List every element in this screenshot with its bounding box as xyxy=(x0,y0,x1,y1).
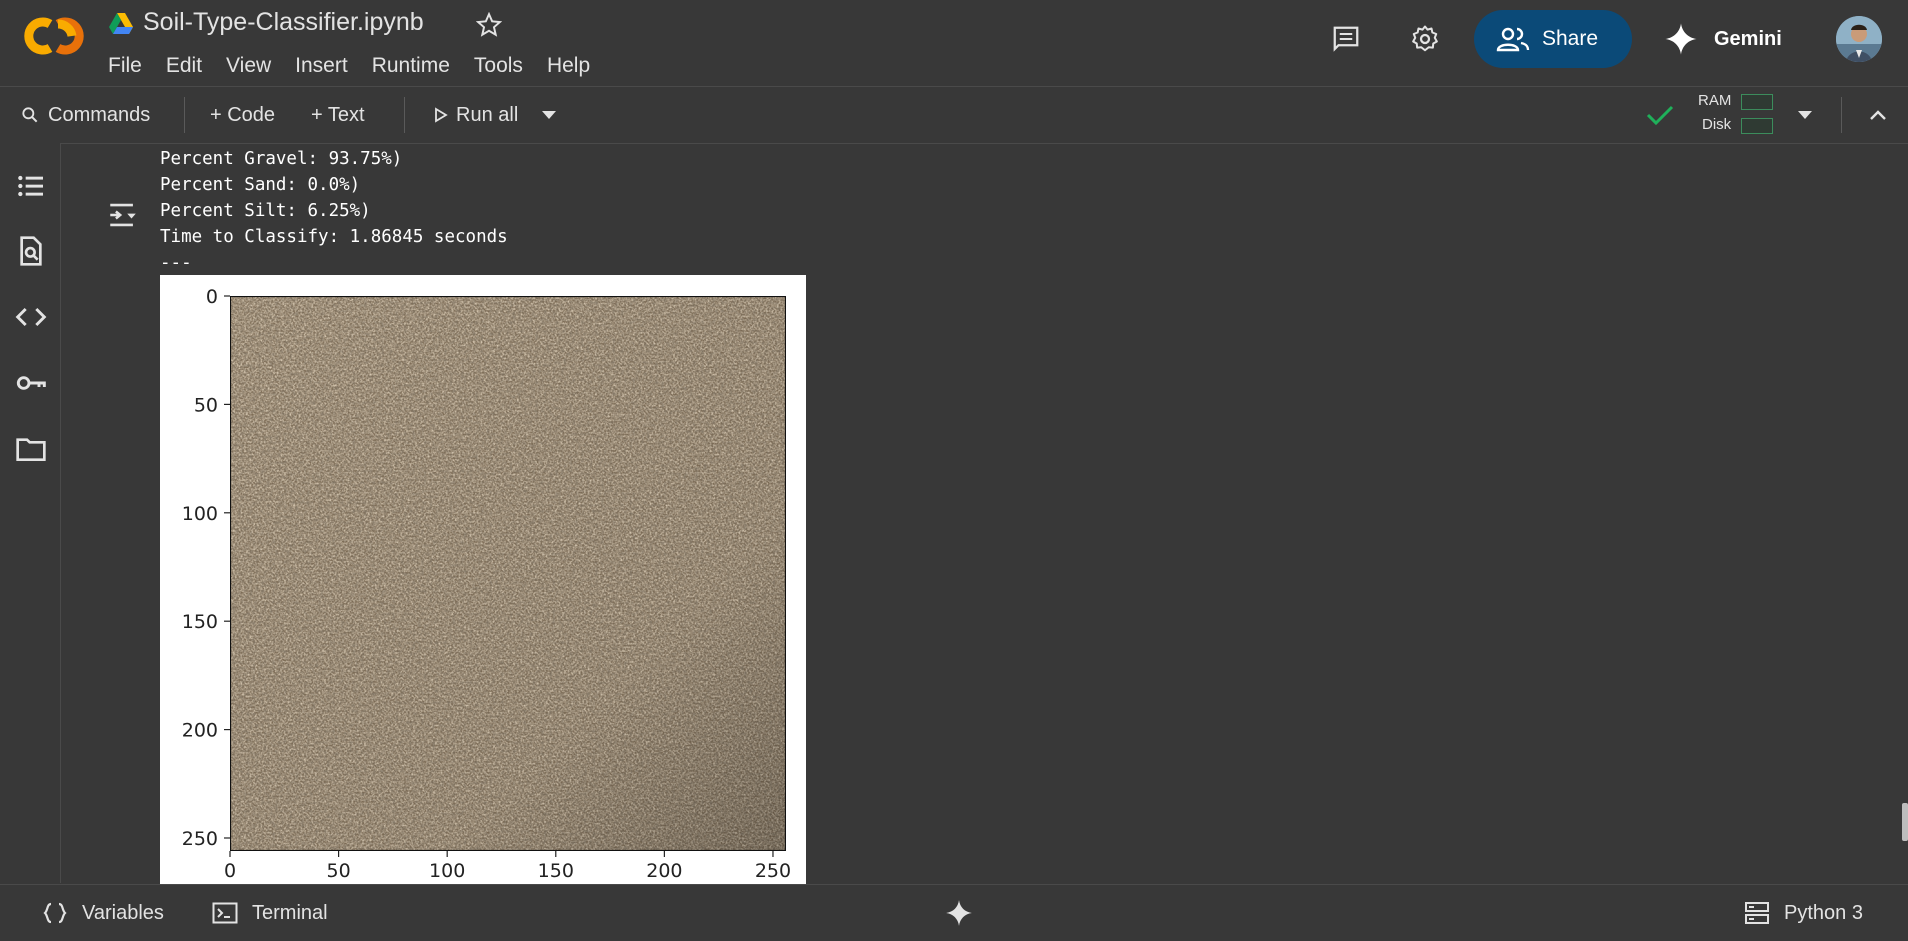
user-avatar[interactable] xyxy=(1836,16,1882,62)
share-button[interactable]: Share xyxy=(1474,10,1632,68)
chevron-up-icon xyxy=(1870,110,1886,120)
menu-help[interactable]: Help xyxy=(547,52,602,80)
commands-button[interactable]: Commands xyxy=(20,87,150,143)
output-options-icon[interactable] xyxy=(106,198,140,232)
colab-logo[interactable] xyxy=(20,16,88,56)
output-line: --- xyxy=(160,253,192,273)
toolbar: Commands + Code + Text Run all xyxy=(0,86,1908,144)
ram-label: RAM xyxy=(1698,92,1732,109)
google-drive-icon[interactable] xyxy=(108,12,134,36)
cell-output-text: Percent Gravel: 93.75%) Percent Sand: 0.0… xyxy=(160,146,508,276)
plot-axes: 0 50 100 150 200 250 0 50 100 150 200 250 xyxy=(182,286,791,882)
terminal-button[interactable]: Terminal xyxy=(212,885,328,941)
output-line: Percent Gravel: 93.75%) xyxy=(160,149,403,169)
runtime-type-button[interactable]: Python 3 xyxy=(1744,885,1863,941)
run-all-dropdown[interactable] xyxy=(540,87,566,143)
run-all-label: Run all xyxy=(456,103,519,126)
left-sidebar xyxy=(0,143,61,883)
commands-label: Commands xyxy=(48,103,151,126)
settings-gear-icon[interactable] xyxy=(1410,24,1440,54)
menu-edit[interactable]: Edit xyxy=(166,52,214,80)
runtime-label: Python 3 xyxy=(1784,901,1863,924)
scrollbar-thumb[interactable] xyxy=(1902,803,1908,841)
gemini-bottom-button[interactable] xyxy=(945,885,987,941)
people-icon xyxy=(1496,25,1530,53)
play-icon xyxy=(435,107,448,123)
add-code-button[interactable]: + Code xyxy=(210,87,275,143)
resources-dropdown[interactable] xyxy=(1796,87,1822,143)
x-tick-label: 100 xyxy=(429,860,465,882)
x-tick-label: 200 xyxy=(646,860,682,882)
ram-meter[interactable] xyxy=(1741,94,1773,110)
find-replace-icon[interactable] xyxy=(15,235,47,267)
x-tick-label: 150 xyxy=(538,860,574,882)
caret-down-icon xyxy=(1798,111,1812,119)
output-line: Percent Silt: 6.25%) xyxy=(160,201,371,221)
menu-tools[interactable]: Tools xyxy=(474,52,535,80)
curly-braces-icon xyxy=(43,902,67,924)
code-snippets-icon[interactable] xyxy=(15,301,47,333)
share-label: Share xyxy=(1542,27,1599,50)
terminal-label: Terminal xyxy=(252,901,328,924)
add-text-label: + Text xyxy=(311,103,365,126)
x-tick-label: 50 xyxy=(327,860,351,882)
toolbar-divider xyxy=(404,97,405,133)
output-line: Time to Classify: 1.86845 seconds xyxy=(160,227,508,247)
menu-view[interactable]: View xyxy=(226,52,283,80)
notebook-title[interactable]: Soil-Type-Classifier.ipynb xyxy=(143,8,424,37)
secrets-key-icon[interactable] xyxy=(15,367,47,399)
gemini-sparkle-icon xyxy=(946,900,972,926)
caret-down-icon xyxy=(542,111,556,119)
y-tick-label: 200 xyxy=(182,720,218,742)
disk-label: Disk xyxy=(1702,116,1732,133)
gemini-label: Gemini xyxy=(1714,27,1782,50)
server-icon xyxy=(1745,902,1769,924)
toolbar-divider xyxy=(1841,97,1842,133)
bottom-bar: Variables Terminal Python 3 xyxy=(0,884,1908,941)
gemini-sparkle-icon xyxy=(1664,22,1698,56)
menu-file[interactable]: File xyxy=(108,52,154,80)
checkmark-icon xyxy=(1646,105,1674,126)
gemini-button[interactable]: Gemini xyxy=(1664,18,1782,60)
menu-runtime[interactable]: Runtime xyxy=(372,52,462,80)
y-tick-label: 150 xyxy=(182,611,218,633)
search-icon xyxy=(22,107,38,123)
menu-bar: File Edit View Insert Runtime Tools Help xyxy=(108,52,614,80)
terminal-icon xyxy=(212,902,238,924)
comment-icon[interactable] xyxy=(1331,24,1361,54)
disk-meter[interactable] xyxy=(1741,118,1773,134)
table-of-contents-icon[interactable] xyxy=(15,170,47,202)
y-tick-label: 250 xyxy=(182,828,218,850)
connected-status[interactable] xyxy=(1646,87,1682,143)
star-icon[interactable] xyxy=(476,12,502,38)
y-tick-label: 50 xyxy=(194,394,218,416)
x-tick-label: 0 xyxy=(224,860,236,882)
soil-image-plot: 0 50 100 150 200 250 0 50 100 150 200 250 xyxy=(160,275,806,885)
x-tick-label: 250 xyxy=(755,860,791,882)
toolbar-divider xyxy=(184,97,185,133)
y-tick-label: 0 xyxy=(206,286,218,308)
menu-insert[interactable]: Insert xyxy=(295,52,360,80)
run-all-button[interactable]: Run all xyxy=(434,87,518,143)
output-line: Percent Sand: 0.0%) xyxy=(160,175,361,195)
add-code-label: + Code xyxy=(210,103,276,126)
variables-label: Variables xyxy=(82,901,164,924)
files-folder-icon[interactable] xyxy=(15,433,47,465)
variables-button[interactable]: Variables xyxy=(42,885,164,941)
y-tick-label: 100 xyxy=(182,503,218,525)
add-text-button[interactable]: + Text xyxy=(311,87,365,143)
collapse-toolbar-button[interactable] xyxy=(1868,87,1896,143)
